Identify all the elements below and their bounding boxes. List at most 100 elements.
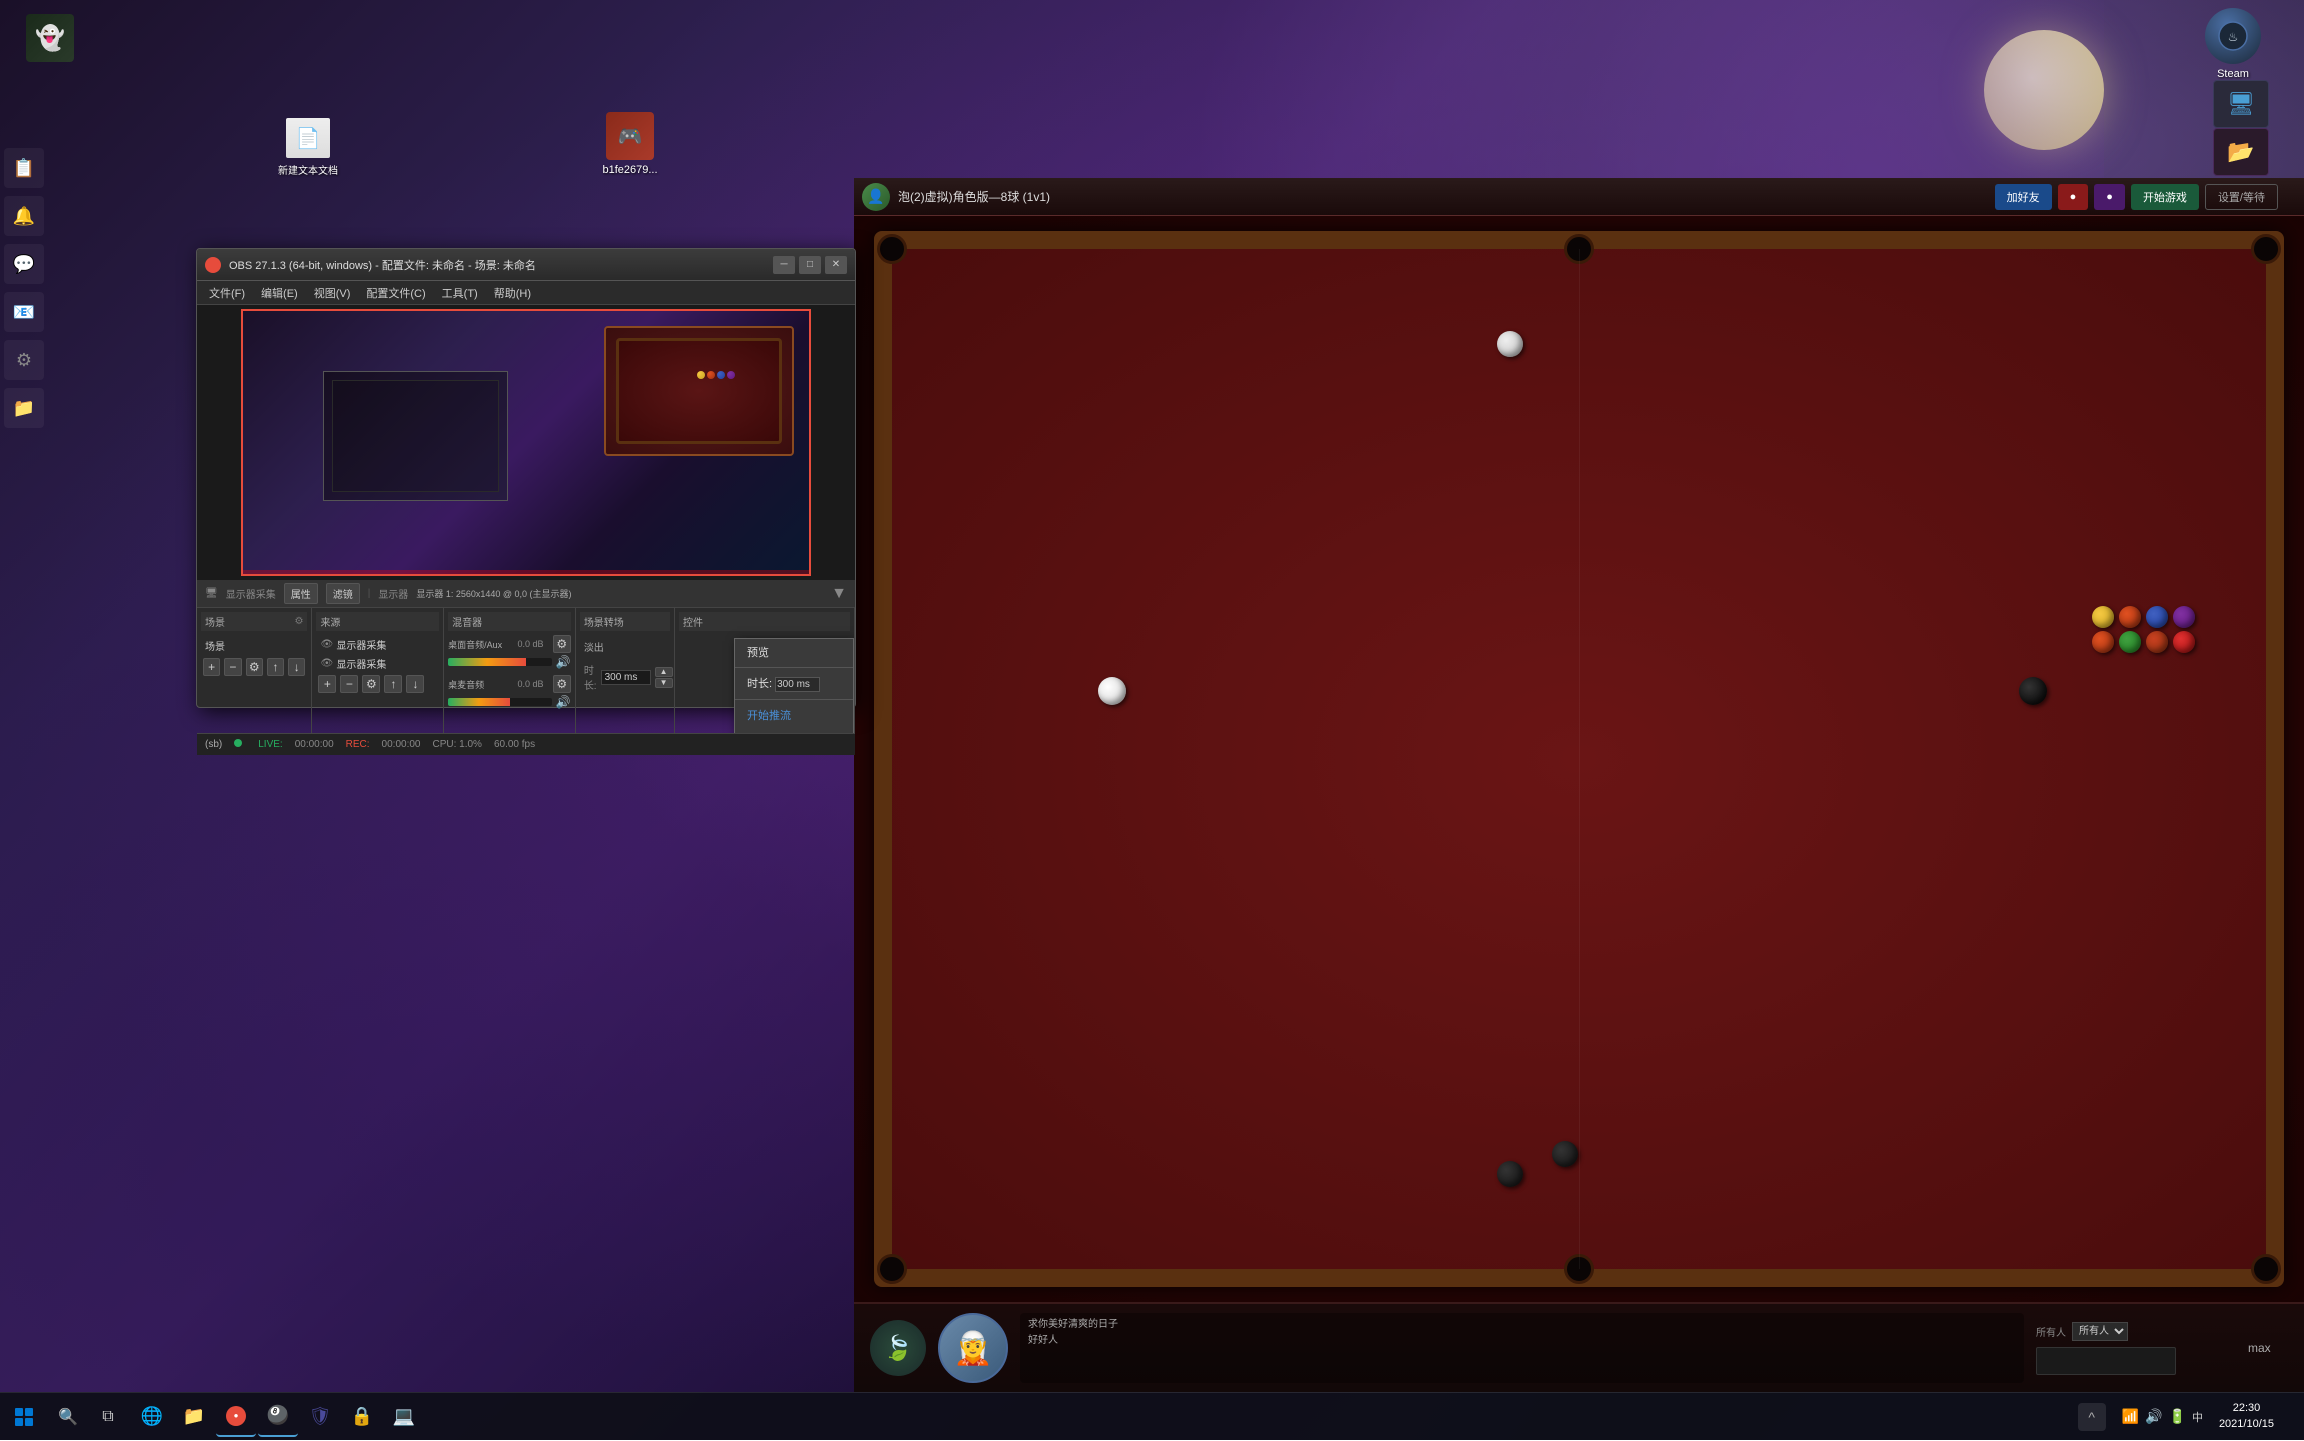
obs-scene-add[interactable]: + [203, 658, 220, 676]
app2-taskbar-icon: 🛡 [309, 1406, 332, 1427]
taskbar-app4-btn[interactable]: 💻 [384, 1397, 424, 1437]
sidebar-icon-6[interactable]: 📁 [4, 388, 44, 428]
tray-battery-icon[interactable]: 🔋 [2169, 1408, 2186, 1425]
pool-pocket-bl [877, 1254, 907, 1284]
taskbar-taskview-btn[interactable]: ⧉ [88, 1397, 128, 1437]
obs-scene-up[interactable]: ↑ [267, 658, 284, 676]
desktop-icon-phasmop[interactable]: 👻 [10, 10, 90, 70]
obs-menu-view[interactable]: 视图(V) [306, 283, 359, 303]
taskbar-hidden-icons-btn[interactable]: ^ [2078, 1403, 2106, 1431]
obs-ctx-start-rec[interactable]: 开始录制 [735, 728, 853, 733]
obs-ctx-start-stream[interactable]: 开始推流 [735, 702, 853, 728]
obs-source-add[interactable]: + [318, 675, 336, 693]
obs-transitions-label: 场景转场 [584, 614, 624, 629]
taskbar-search-btn[interactable]: 🔍 [48, 1397, 88, 1437]
obs-source-settings[interactable]: ⚙ [362, 675, 380, 693]
app4-taskbar-icon: 💻 [393, 1406, 415, 1427]
pool-btn-purple[interactable]: ● [2094, 184, 2125, 210]
obs-rec-time: 00:00:00 [382, 739, 421, 750]
obs-eye-icon-1[interactable]: 👁 [320, 639, 332, 651]
taskbar-app2-btn[interactable]: 🛡 [300, 1397, 340, 1437]
obs-ctx-preview[interactable]: 预览 [735, 639, 853, 665]
obs-panel-mixer: 混音器 桌面音频/Aux 0.0 dB ⚙ 🔊 [444, 608, 576, 733]
pool-add-friend-btn[interactable]: 加好友 [1995, 184, 2052, 210]
obs-track1-mute[interactable]: 🔊 [556, 655, 571, 669]
pool-ball-rack [2092, 606, 2197, 653]
obs-track2-settings[interactable]: ⚙ [553, 675, 571, 693]
taskbar-clock[interactable]: 22:30 2021/10/15 [2219, 1401, 2274, 1432]
obs-toolbar: 🖥 显示器采集 属性 滤镜 | 显示器 显示器 1: 2560x1440 @ 0… [197, 580, 855, 608]
obs-track1-settings[interactable]: ⚙ [553, 635, 571, 653]
obs-properties-btn[interactable]: 属性 [284, 583, 318, 604]
tray-volume-icon[interactable]: 🔊 [2145, 1408, 2162, 1425]
pool-start-game-btn[interactable]: 开始游戏 [2131, 184, 2199, 210]
obs-level-fill-2 [448, 698, 510, 706]
obs-context-menu: 预览 时长: 开始推流 开始录制 启动虚拟摄像机 工作室模式 设置 退出 [734, 638, 854, 733]
obs-source-up[interactable]: ↑ [384, 675, 402, 693]
sidebar-icon-3[interactable]: 💬 [4, 244, 44, 284]
desktop-icon-new-text[interactable]: 📄 新建文本文档 [278, 118, 338, 177]
obs-eye-icon-2[interactable]: 👁 [320, 658, 332, 670]
obs-duration-input[interactable] [601, 670, 651, 685]
taskbar-app1-btn[interactable]: 🎱 [258, 1397, 298, 1437]
obs-pool-felt [606, 328, 792, 454]
pool-btn-red[interactable]: ● [2058, 184, 2089, 210]
steam-desktop-icon[interactable]: ♨ Steam [2198, 8, 2268, 80]
tray-network-icon[interactable]: 📶 [2122, 1408, 2139, 1425]
explorer-icon: 📁 [183, 1406, 205, 1427]
obs-status-sb: (sb) [205, 739, 222, 750]
obs-menu-tools[interactable]: 工具(T) [434, 283, 486, 303]
obs-transitions-duration: 时长: ▲ ▼ [580, 658, 670, 696]
obs-menu-file[interactable]: 文件(F) [201, 283, 253, 303]
pool-setting-btn[interactable]: 设置/等待 [2205, 184, 2278, 210]
sidebar-icon-2[interactable]: 🔔 [4, 196, 44, 236]
obs-source-down[interactable]: ↓ [406, 675, 424, 693]
obs-mixer-bar-2: 🔊 [448, 695, 571, 709]
pool-filter-select[interactable]: 所有人 [2072, 1322, 2128, 1341]
obs-menu-help[interactable]: 帮助(H) [486, 283, 539, 303]
obs-scene-settings[interactable]: ⚙ [246, 658, 263, 676]
obs-source-remove[interactable]: − [340, 675, 358, 693]
pool-center-line [1579, 249, 1580, 1269]
obs-scene-down[interactable]: ↓ [288, 658, 305, 676]
pool-ball-white [1497, 331, 1523, 357]
obs-menu-edit[interactable]: 编辑(E) [253, 283, 306, 303]
pool-filter-label: 所有人 [2036, 1324, 2066, 1339]
obs-track2-mute[interactable]: 🔊 [556, 695, 571, 709]
taskview-icon: ⧉ [102, 1408, 113, 1426]
sidebar-icon-5[interactable]: ⚙ [4, 340, 44, 380]
obs-scene-remove[interactable]: − [224, 658, 241, 676]
obs-filters-btn[interactable]: 滤镜 [326, 583, 360, 604]
obs-menu-profile[interactable]: 配置文件(C) [358, 283, 433, 303]
obs-panel-controls: 控件 预览 时长: 开始推流 开始录制 启动虚拟摄像机 工作室模式 设置 [675, 608, 855, 733]
taskbar-obs-btn[interactable]: ● [216, 1397, 256, 1437]
sidebar-icon-4[interactable]: 📧 [4, 292, 44, 332]
obs-minimize-btn[interactable]: ─ [773, 256, 795, 274]
desktop-icon-b1fe[interactable]: 🎮 b1fe2679... [590, 108, 670, 180]
obs-toolbar-dropdown[interactable]: ▼ [831, 585, 847, 603]
taskbar-start-btn[interactable] [0, 1393, 48, 1441]
obs-source-item-1: 👁 显示器采集 [316, 635, 439, 654]
obs-level-bar-1 [448, 658, 552, 666]
obs-track1-name: 桌面音频/Aux [448, 638, 508, 651]
obs-preview-area [197, 305, 855, 580]
pool-red-icon: ● [2070, 191, 2077, 203]
taskbar-edge-btn[interactable]: 🌐 [132, 1397, 172, 1437]
obs-maximize-btn[interactable]: □ [799, 256, 821, 274]
obs-mixer-header: 混音器 [448, 612, 571, 631]
edge-icon: 🌐 [141, 1406, 163, 1427]
taskbar-explorer-btn[interactable]: 📁 [174, 1397, 214, 1437]
obs-ctx-duration-input[interactable] [775, 677, 820, 692]
obs-scene-item-1[interactable]: 场景 [201, 635, 307, 656]
obs-mixer-track2: 桌麦音频 0.0 dB ⚙ 🔊 [448, 675, 571, 709]
sidebar-icon-1[interactable]: 📋 [4, 148, 44, 188]
obs-live-time: 00:00:00 [295, 739, 334, 750]
b1fe-label: b1fe2679... [602, 164, 657, 176]
obs-close-btn[interactable]: ✕ [825, 256, 847, 274]
tray-lang-icon[interactable]: 中 [2192, 1409, 2203, 1425]
taskbar-app3-btn[interactable]: 🔒 [342, 1397, 382, 1437]
obs-duration-down[interactable]: ▼ [655, 678, 673, 688]
app3-icon: 📂 [2213, 128, 2269, 176]
obs-duration-up[interactable]: ▲ [655, 667, 673, 677]
obs-track1-header: 桌面音频/Aux 0.0 dB ⚙ [448, 635, 571, 653]
